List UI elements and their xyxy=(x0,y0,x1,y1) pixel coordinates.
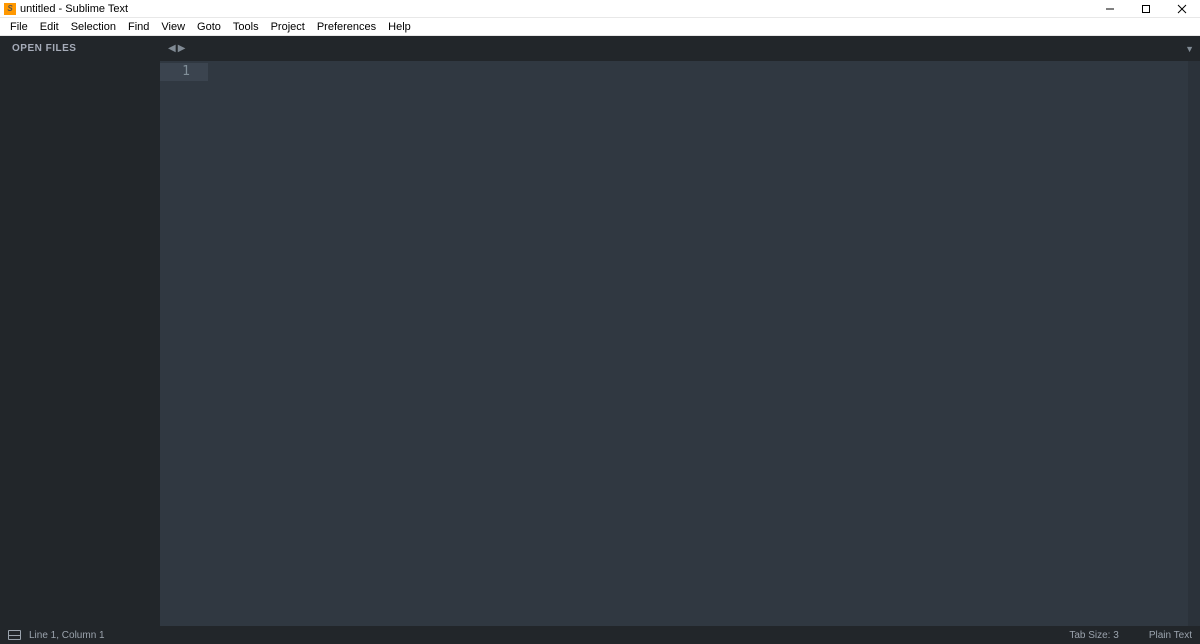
minimize-icon xyxy=(1105,4,1115,14)
titlebar: S untitled - Sublime Text xyxy=(0,0,1200,18)
tab-nav-arrows: ◀ ▶ xyxy=(168,43,185,54)
maximize-icon xyxy=(1141,4,1151,14)
app-icon-letter: S xyxy=(7,4,12,13)
close-button[interactable] xyxy=(1164,0,1200,18)
statusbar: Line 1, Column 1 Tab Size: 3 Plain Text xyxy=(0,626,1200,644)
tab-dropdown-icon[interactable]: ▼ xyxy=(1185,44,1194,54)
status-left: Line 1, Column 1 xyxy=(8,630,105,641)
syntax-mode[interactable]: Plain Text xyxy=(1149,630,1192,641)
menu-tools[interactable]: Tools xyxy=(227,18,265,35)
panel-toggle-icon[interactable] xyxy=(8,630,21,640)
menu-file[interactable]: File xyxy=(4,18,34,35)
menubar: File Edit Selection Find View Goto Tools… xyxy=(0,18,1200,36)
tab-next-icon[interactable]: ▶ xyxy=(178,43,186,54)
status-right: Tab Size: 3 Plain Text xyxy=(1069,630,1192,641)
menu-view[interactable]: View xyxy=(155,18,191,35)
cursor-position[interactable]: Line 1, Column 1 xyxy=(29,630,105,641)
main-area: OPEN FILES ◀ ▶ ▼ 1 xyxy=(0,36,1200,626)
editor-textarea[interactable] xyxy=(208,61,1188,626)
close-icon xyxy=(1177,4,1187,14)
menu-preferences[interactable]: Preferences xyxy=(311,18,382,35)
menu-edit[interactable]: Edit xyxy=(34,18,65,35)
window-title: untitled - Sublime Text xyxy=(20,3,128,15)
menu-help[interactable]: Help xyxy=(382,18,417,35)
tab-bar: OPEN FILES ◀ ▶ ▼ xyxy=(0,36,1200,61)
menu-project[interactable]: Project xyxy=(265,18,311,35)
scrollbar[interactable] xyxy=(1188,61,1200,626)
tab-prev-icon[interactable]: ◀ xyxy=(168,43,176,54)
sidebar[interactable] xyxy=(0,61,160,626)
tab-size[interactable]: Tab Size: 3 xyxy=(1069,630,1118,641)
open-files-label: OPEN FILES xyxy=(12,43,76,54)
minimize-button[interactable] xyxy=(1092,0,1128,18)
menu-selection[interactable]: Selection xyxy=(65,18,122,35)
content-area: 1 xyxy=(0,61,1200,626)
editor: 1 xyxy=(160,61,1200,626)
menu-find[interactable]: Find xyxy=(122,18,155,35)
menu-goto[interactable]: Goto xyxy=(191,18,227,35)
maximize-button[interactable] xyxy=(1128,0,1164,18)
sidebar-header: OPEN FILES xyxy=(0,36,160,61)
app-icon: S xyxy=(4,3,16,15)
window-controls xyxy=(1092,0,1200,18)
line-number: 1 xyxy=(160,63,208,81)
gutter: 1 xyxy=(160,61,208,626)
